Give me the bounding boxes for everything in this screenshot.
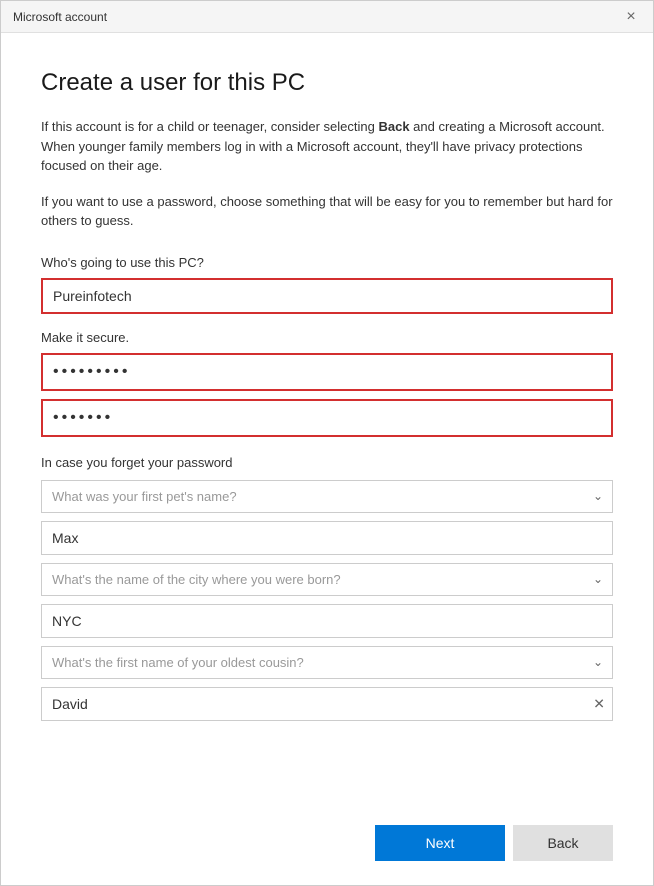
make-secure-label: Make it secure. xyxy=(41,330,613,345)
clear-answer-3-button[interactable]: ✕ xyxy=(593,695,605,712)
security-question-3-select[interactable]: What's the first name of your oldest cou… xyxy=(41,646,613,679)
security-answer-1-input[interactable] xyxy=(41,521,613,555)
security-answer-3-input[interactable] xyxy=(41,687,613,721)
security-answer-3-wrapper: ✕ xyxy=(41,687,613,721)
password-confirm-input[interactable] xyxy=(41,399,613,437)
window-title: Microsoft account xyxy=(13,10,107,24)
security-question-2-wrapper: What's the name of the city where you we… xyxy=(41,563,613,596)
next-button[interactable]: Next xyxy=(375,825,505,861)
who-label: Who's going to use this PC? xyxy=(41,255,613,270)
description-paragraph-2: If you want to use a password, choose so… xyxy=(41,192,613,231)
back-button[interactable]: Back xyxy=(513,825,613,861)
back-emphasis: Back xyxy=(378,119,409,134)
password-input[interactable] xyxy=(41,353,613,391)
security-question-1-select[interactable]: What was your first pet's name? xyxy=(41,480,613,513)
username-input[interactable] xyxy=(41,278,613,314)
security-question-2-select[interactable]: What's the name of the city where you we… xyxy=(41,563,613,596)
page-title: Create a user for this PC xyxy=(41,69,613,97)
security-answer-2-input[interactable] xyxy=(41,604,613,638)
forgot-label: In case you forget your password xyxy=(41,455,613,470)
close-button[interactable]: × xyxy=(621,7,641,27)
footer: Next Back xyxy=(1,809,653,885)
title-bar: Microsoft account × xyxy=(1,1,653,33)
description-paragraph-1: If this account is for a child or teenag… xyxy=(41,117,613,176)
security-question-3-wrapper: What's the first name of your oldest cou… xyxy=(41,646,613,679)
window: Microsoft account × Create a user for th… xyxy=(0,0,654,886)
security-question-1-wrapper: What was your first pet's name? ⌄ xyxy=(41,480,613,513)
content-area: Create a user for this PC If this accoun… xyxy=(1,33,653,809)
